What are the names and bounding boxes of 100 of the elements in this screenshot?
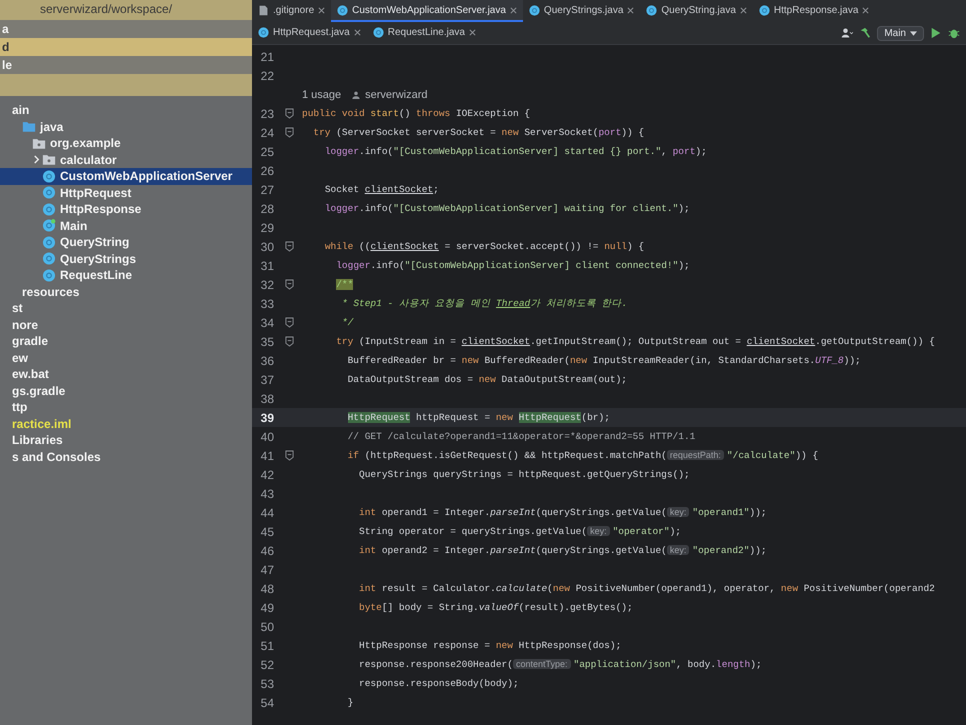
close-icon[interactable]: [627, 6, 634, 14]
code-line: logger.info("[CustomWebApplicationServer] started {} port.", port);: [324, 146, 707, 157]
line-number: 51: [260, 638, 274, 652]
file-icon: [258, 4, 269, 16]
fold-icon[interactable]: [284, 108, 294, 119]
tree-item[interactable]: org.example: [0, 135, 252, 152]
class-icon: [337, 4, 348, 16]
user-icon[interactable]: [841, 27, 854, 39]
tree-item[interactable]: s and Consoles: [0, 448, 252, 465]
class-icon: [42, 202, 56, 216]
line-number: 25: [260, 144, 274, 158]
line-number: 45: [260, 524, 274, 538]
line-number: 49: [260, 600, 274, 614]
tree-item[interactable]: java: [0, 118, 252, 135]
class-icon: [42, 186, 56, 200]
class-icon: [42, 236, 56, 249]
close-icon[interactable]: [318, 6, 326, 14]
code-line: byte[] body = String.valueOf(result).getBytes();: [358, 602, 633, 613]
fold-icon[interactable]: [284, 336, 294, 347]
line-number: 42: [260, 468, 274, 482]
close-icon[interactable]: [740, 6, 747, 14]
editor-tab[interactable]: QueryStrings.java: [522, 0, 640, 22]
class-icon: [258, 26, 269, 38]
tree-item[interactable]: gs.gradle: [0, 382, 252, 399]
editor-tab[interactable]: CustomWebApplicationServer.java: [331, 0, 523, 22]
code-line: * Step1 - 사용자 요청을 메인 Thread가 처리하도록 한다.: [340, 297, 628, 310]
code-line: try (ServerSocket serverSocket = new ServerSocket(port)) {: [312, 127, 644, 138]
tree-item[interactable]: QueryStrings: [0, 250, 252, 267]
code-line: if (httpRequest.isGetRequest() && httpRequest.matchPath( requestPath: "/calculate")) {: [346, 450, 818, 461]
bug-icon[interactable]: [948, 27, 960, 39]
chevron-icon[interactable]: [32, 155, 40, 164]
close-icon[interactable]: [862, 6, 870, 14]
line-number: 30: [260, 240, 274, 254]
tree-item[interactable]: st: [0, 300, 252, 316]
line-number: 47: [260, 562, 274, 576]
line-number: 23: [260, 106, 274, 120]
project-row[interactable]: d: [0, 38, 252, 56]
project-path: serverwizard/workspace/: [0, 0, 252, 20]
code-line: response.responseBody(body);: [358, 678, 519, 689]
code-line: // GET /calculate?operand1=11&operator=*&operand2=55 HTTP/1.1: [346, 431, 696, 442]
project-row[interactable]: le: [0, 56, 252, 74]
hammer-icon[interactable]: [859, 27, 872, 39]
code-line: DataOutputStream dos = new DataOutputStream(out);: [346, 374, 627, 385]
line-number: 28: [260, 202, 274, 216]
folder-icon: [32, 136, 46, 150]
tree-item[interactable]: ew.bat: [0, 366, 252, 382]
run-icon[interactable]: [930, 27, 942, 39]
line-number: 54: [260, 696, 274, 710]
line-number: 35: [260, 334, 274, 348]
code-line: String operator = queryStrings.getValue( key: "operator");: [358, 526, 681, 537]
line-number: 44: [260, 506, 274, 520]
tree-item[interactable]: ractice.iml: [0, 416, 252, 432]
tree-item[interactable]: nore: [0, 316, 252, 333]
class-icon: [42, 268, 56, 282]
class-icon: [646, 4, 658, 16]
run-config-dropdown[interactable]: Main: [877, 26, 924, 40]
fold-icon[interactable]: [284, 279, 294, 290]
tree-item[interactable]: calculator: [0, 152, 252, 168]
code-line: logger.info("[CustomWebApplicationServer] waiting for client.");: [324, 203, 690, 214]
tree-item[interactable]: ew: [0, 350, 252, 366]
line-number: 46: [260, 544, 274, 558]
code-line: response.response200Header( contentType: "application/json", body.length);: [358, 659, 762, 670]
tree-item[interactable]: ttp: [0, 399, 252, 416]
fold-icon[interactable]: [284, 450, 294, 461]
close-icon[interactable]: [354, 28, 361, 36]
editor-tab[interactable]: QueryString.java: [640, 0, 753, 22]
usages-link[interactable]: 1 usage: [302, 88, 342, 100]
line-number: 22: [260, 68, 274, 82]
tree-item[interactable]: HttpRequest: [0, 184, 252, 201]
tree-item[interactable]: RequestLine: [0, 267, 252, 284]
editor-tab[interactable]: HttpRequest.java: [252, 22, 367, 44]
tree-item[interactable]: gradle: [0, 333, 252, 350]
line-number: 53: [260, 676, 274, 690]
fold-icon[interactable]: [284, 241, 294, 252]
close-icon[interactable]: [469, 28, 476, 36]
editor-tab[interactable]: .gitignore: [252, 0, 332, 22]
tree-item[interactable]: Main: [0, 218, 252, 234]
tree-item[interactable]: CustomWebApplicationServer: [0, 168, 252, 184]
tree-item[interactable]: QueryString: [0, 234, 252, 250]
person-icon: [352, 90, 360, 98]
fold-icon[interactable]: [284, 127, 294, 138]
editor-tab[interactable]: HttpResponse.java: [752, 0, 876, 22]
editor-tab[interactable]: RequestLine.java: [366, 22, 482, 44]
project-row[interactable]: a: [0, 20, 252, 38]
code-line: QueryStrings queryStrings = httpRequest.getQueryStrings();: [358, 469, 690, 480]
tree-item[interactable]: resources: [0, 284, 252, 300]
folder-icon: [42, 153, 56, 166]
line-number: 33: [260, 296, 274, 310]
tree-item[interactable]: HttpResponse: [0, 201, 252, 218]
tree-item[interactable]: Libraries: [0, 432, 252, 448]
fold-icon[interactable]: [284, 317, 294, 328]
close-icon[interactable]: [510, 6, 517, 14]
code-line: public void start() throws IOException {: [301, 108, 530, 119]
line-number: 37: [260, 372, 274, 386]
code-line: int operand2 = Integer.parseInt(queryStrings.getValue( key: "operand2"));: [358, 545, 767, 556]
tree-item[interactable]: ain: [0, 102, 252, 118]
code-line: }: [346, 697, 354, 708]
class-icon: [42, 219, 56, 232]
line-number: 41: [260, 448, 274, 462]
line-number: 21: [260, 50, 274, 64]
